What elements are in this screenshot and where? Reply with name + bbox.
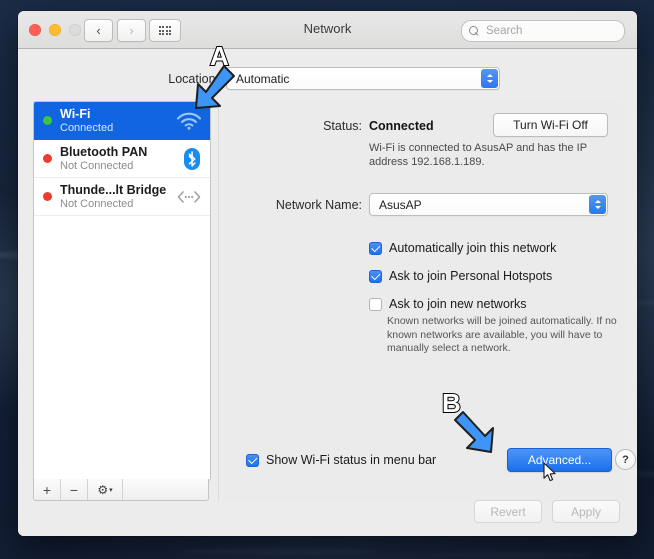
show-wifi-status-checkbox[interactable]	[246, 453, 259, 467]
chevron-down-icon: ▾	[109, 486, 113, 494]
service-actions-button[interactable]: ⚙ ▾	[88, 479, 123, 500]
ask-hotspots-checkbox-row[interactable]: Ask to join Personal Hotspots	[369, 269, 552, 283]
bluetooth-icon	[182, 147, 202, 171]
status-label: Status:	[323, 119, 362, 133]
ask-hotspots-checkbox[interactable]	[369, 269, 382, 283]
gear-icon: ⚙	[97, 482, 109, 497]
service-name: Wi-Fi	[60, 107, 91, 121]
network-name-value: AsusAP	[379, 197, 422, 212]
footer-buttons: Revert Apply	[474, 500, 620, 523]
auto-join-label: Automatically join this network	[389, 241, 557, 255]
ask-new-networks-checkbox[interactable]	[369, 297, 382, 311]
search-field[interactable]	[461, 20, 625, 42]
network-name-popup-button[interactable]: AsusAP	[369, 193, 608, 216]
ask-new-networks-checkbox-row[interactable]: Ask to join new networks	[369, 297, 527, 311]
service-status: Connected	[60, 122, 114, 134]
revert-button[interactable]: Revert	[474, 500, 542, 523]
search-icon	[469, 25, 480, 37]
networks-help-text: Known networks will be joined automatica…	[387, 315, 617, 354]
network-preferences-window: ‹ › Network Location: Automatic	[18, 11, 637, 536]
auto-join-checkbox-row[interactable]: Automatically join this network	[369, 241, 556, 255]
status-dot-green	[43, 116, 52, 125]
ask-hotspots-label: Ask to join Personal Hotspots	[389, 269, 553, 283]
advanced-button[interactable]: Advanced...	[507, 448, 612, 472]
chevron-updown-icon	[481, 69, 498, 88]
service-status: Not Connected	[60, 160, 134, 172]
show-wifi-status-row[interactable]: Show Wi-Fi status in menu bar	[246, 453, 436, 467]
window-titlebar: ‹ › Network	[18, 11, 637, 49]
add-service-button[interactable]: +	[34, 479, 61, 500]
ask-new-networks-label: Ask to join new networks	[389, 297, 527, 311]
services-toolbar: + − ⚙ ▾	[33, 479, 209, 501]
search-input[interactable]	[484, 24, 608, 38]
sidebar-item-bluetooth-pan[interactable]: Bluetooth PAN Not Connected	[34, 140, 210, 178]
status-badge: Connected	[369, 119, 434, 133]
annotation-arrow-b	[450, 408, 508, 463]
status-row: Status: Connected	[219, 119, 434, 133]
mouse-cursor	[543, 462, 557, 488]
location-row: Location: Automatic	[18, 67, 637, 90]
location-popup-button[interactable]: Automatic	[226, 67, 500, 90]
service-name: Bluetooth PAN	[60, 145, 148, 159]
remove-service-button[interactable]: −	[61, 479, 88, 500]
service-status: Not Connected	[60, 198, 134, 210]
network-name-row: Network Name: AsusAP	[219, 193, 608, 216]
wifi-settings-panel: Status: Connected Turn Wi-Fi Off Wi-Fi i…	[218, 101, 636, 501]
apply-button[interactable]: Apply	[552, 500, 620, 523]
thunderbolt-bridge-icon	[176, 189, 202, 205]
annotation-arrow-a	[184, 62, 244, 115]
help-button[interactable]: ?	[615, 449, 636, 470]
status-dot-red	[43, 154, 52, 163]
chevron-updown-icon	[589, 195, 606, 214]
auto-join-checkbox[interactable]	[369, 241, 382, 255]
turn-wifi-off-button[interactable]: Turn Wi-Fi Off	[493, 113, 608, 137]
sidebar-item-thunderbolt-bridge[interactable]: Thunde...lt Bridge Not Connected	[34, 178, 210, 216]
status-description: Wi-Fi is connected to AsusAP and has the…	[369, 142, 587, 168]
service-name: Thunde...lt Bridge	[60, 183, 167, 197]
show-wifi-status-label: Show Wi-Fi status in menu bar	[266, 453, 437, 467]
network-name-label: Network Name:	[275, 197, 362, 212]
network-services-list[interactable]: Wi-Fi Connected Bluetooth PAN Not Connec…	[33, 101, 211, 481]
status-dot-red	[43, 192, 52, 201]
